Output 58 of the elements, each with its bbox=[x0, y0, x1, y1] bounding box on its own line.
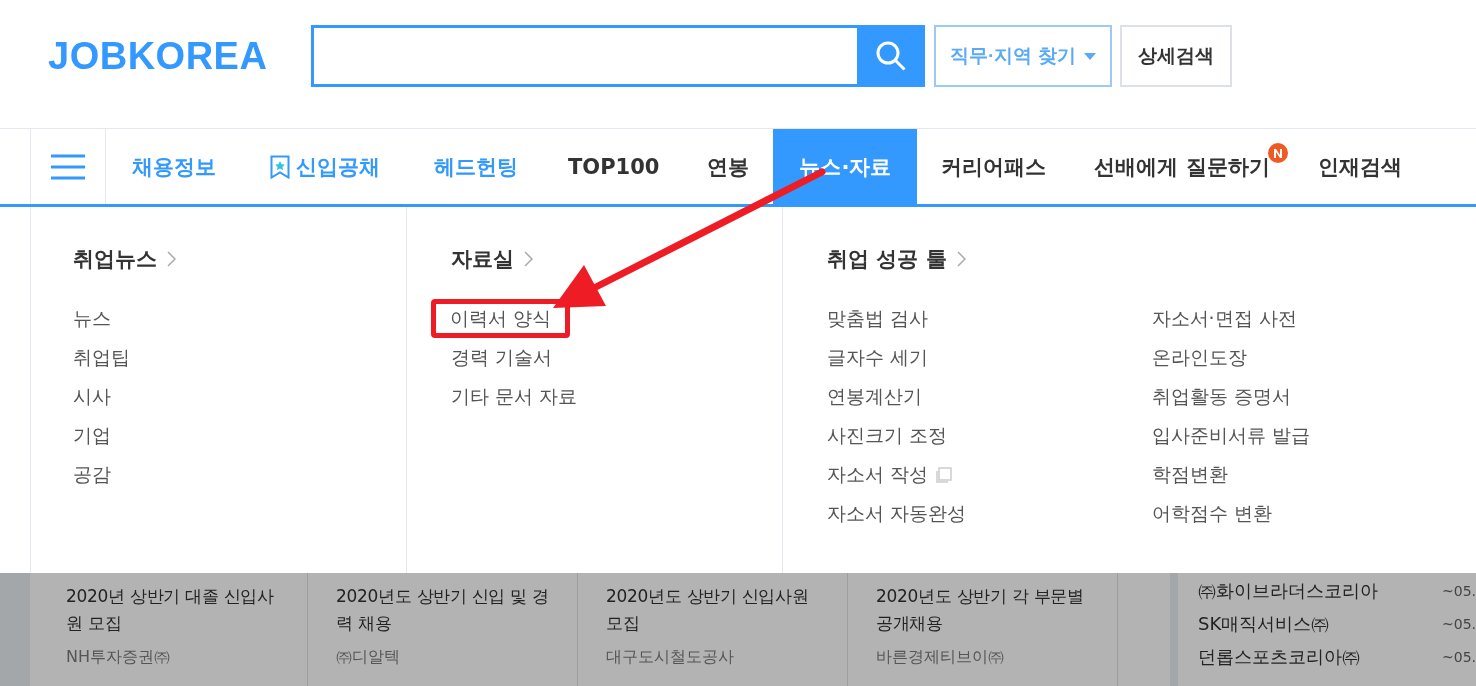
menu-link[interactable]: 맞춤법 검사 bbox=[827, 299, 929, 338]
menu-heading-link[interactable]: 취업 성공 툴 bbox=[827, 245, 1476, 273]
menu-link[interactable]: 글자수 세기 bbox=[827, 338, 929, 377]
nav-tab[interactable]: 커리어패스 bbox=[917, 129, 1071, 204]
job-title: 2020년도 상반기 신입사원 모집 bbox=[606, 585, 810, 635]
company-name: 바른경제티브이㈜ bbox=[876, 647, 1005, 668]
menu-link[interactable]: 취업활동 증명서 bbox=[1151, 377, 1291, 416]
deadline-text: ~05. bbox=[1442, 615, 1476, 634]
menu-link[interactable]: 학점변환 bbox=[1151, 455, 1228, 494]
deadline-text: ~05. bbox=[1442, 648, 1476, 667]
menu-button[interactable] bbox=[30, 129, 106, 204]
job-card[interactable]: 2020년도 상반기 신입 및 경력 채용 ㈜디알텍 bbox=[308, 573, 578, 686]
search-icon bbox=[875, 40, 907, 72]
menu-link[interactable]: 온라인도장 bbox=[1151, 338, 1247, 377]
advanced-search-button[interactable]: 상세검색 bbox=[1119, 25, 1232, 87]
menu-heading-link[interactable]: 취업뉴스 bbox=[73, 245, 406, 273]
menu-link[interactable]: 자소서 작성 bbox=[827, 455, 953, 494]
nav-tab[interactable]: 인재검색 bbox=[1293, 129, 1426, 204]
nav-tab[interactable]: 선배에게 질문하기 bbox=[1070, 129, 1294, 204]
menu-link[interactable]: 어학점수 변환 bbox=[1151, 494, 1272, 533]
company-name: NH투자증권㈜ bbox=[66, 647, 171, 668]
menu-link[interactable]: 연봉계산기 bbox=[827, 377, 922, 416]
bookmark-star-icon bbox=[270, 154, 290, 179]
menu-link[interactable]: 취업팁 bbox=[73, 338, 130, 377]
chevron-right-icon bbox=[956, 251, 966, 267]
menu-link[interactable]: 기업 bbox=[73, 416, 111, 455]
chevron-right-icon bbox=[167, 251, 176, 267]
company-name: ㈜디알텍 bbox=[336, 647, 401, 668]
popup-window-icon bbox=[936, 466, 953, 483]
job-card[interactable]: 2020년도 상반기 각 부문별 공개채용 바른경제티브이㈜ bbox=[848, 573, 1118, 686]
company-name: 대구도시철도공사 bbox=[606, 647, 735, 668]
menu-heading-link[interactable]: 자료실 bbox=[451, 245, 782, 273]
job-title: 2020년도 상반기 각 부문별 공개채용 bbox=[876, 585, 1085, 635]
job-title: 2020년 상반기 대졸 신입사원 모집 bbox=[66, 585, 275, 635]
search-field[interactable] bbox=[311, 25, 857, 87]
job-card[interactable]: 2020년 상반기 대졸 신입사원 모집 NH투자증권㈜ bbox=[38, 573, 308, 686]
search-button[interactable] bbox=[857, 25, 925, 87]
job-card[interactable]: 2020년도 상반기 신입사원 모집 대구도시철도공사 bbox=[578, 573, 848, 686]
company-link[interactable]: 던롭스포츠코리아㈜ bbox=[1198, 645, 1360, 669]
nav-tab[interactable]: TOP100 bbox=[544, 129, 684, 204]
menu-link[interactable]: 자소서 자동완성 bbox=[827, 494, 967, 533]
menu-link[interactable]: 뉴스 bbox=[73, 299, 111, 338]
menu-link[interactable]: 경력 기술서 bbox=[451, 338, 553, 377]
new-badge-icon bbox=[1267, 143, 1288, 163]
menu-link[interactable]: 시사 bbox=[73, 377, 111, 416]
menu-link[interactable]: 사진크기 조정 bbox=[827, 416, 948, 455]
menu-link[interactable]: 기타 문서 자료 bbox=[451, 377, 578, 416]
company-link[interactable]: SK매직서비스㈜ bbox=[1198, 612, 1330, 636]
menu-link[interactable]: 자소서·면접 사전 bbox=[1151, 299, 1297, 338]
nav-tab[interactable]: 연봉 bbox=[683, 129, 774, 204]
menu-link[interactable]: 공감 bbox=[73, 455, 111, 494]
deadline-text: ~05. bbox=[1442, 582, 1476, 601]
job-title: 2020년도 상반기 신입 및 경력 채용 bbox=[336, 585, 550, 635]
caret-icon bbox=[1083, 52, 1096, 60]
company-link[interactable]: ㈜화이브라더스코리아 bbox=[1198, 579, 1378, 603]
chevron-right-icon bbox=[524, 251, 533, 267]
menu-link[interactable]: 입사준비서류 발급 bbox=[1151, 416, 1310, 455]
menu-icon bbox=[51, 153, 85, 180]
